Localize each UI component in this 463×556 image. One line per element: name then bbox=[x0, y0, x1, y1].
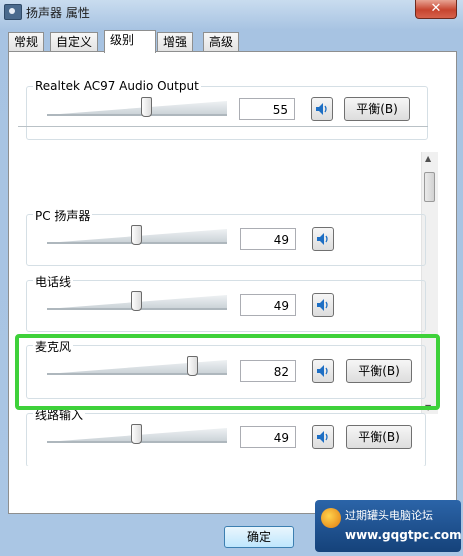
microphone-highlight-box bbox=[15, 334, 440, 410]
slider-thumb[interactable] bbox=[131, 424, 142, 444]
tab-levels[interactable]: 级别 bbox=[104, 30, 156, 53]
properties-window: 扬声器 属性 ✕ 常规 自定义 级别 增强 高级 Realtek AC97 Au… bbox=[0, 0, 463, 556]
channel-mute-button[interactable] bbox=[312, 293, 334, 317]
channel-pc-speaker: PC 扬声器 49 bbox=[26, 207, 426, 266]
channel-phone-line: 电话线 49 bbox=[26, 273, 426, 332]
tab-general[interactable]: 常规 bbox=[8, 32, 45, 51]
channel-volume-slider[interactable] bbox=[47, 424, 227, 446]
channel-volume-value[interactable]: 49 bbox=[240, 294, 296, 316]
slider-thumb[interactable] bbox=[131, 291, 142, 311]
tab-advanced[interactable]: 高级 bbox=[203, 32, 240, 51]
watermark: 过期罐头电脑论坛 www.gqgtpc.com bbox=[315, 500, 462, 552]
close-button[interactable]: ✕ bbox=[415, 0, 457, 19]
master-mute-button[interactable] bbox=[311, 97, 333, 121]
channel-mute-button[interactable] bbox=[312, 425, 334, 449]
master-output-label: Realtek AC97 Audio Output bbox=[33, 79, 201, 93]
speaker-icon bbox=[316, 103, 327, 115]
channel-name: PC 扬声器 bbox=[33, 207, 93, 224]
ok-button[interactable]: 确定 bbox=[224, 526, 294, 548]
speaker-icon bbox=[317, 233, 328, 245]
master-output-group: Realtek AC97 Audio Output 55 平衡(B) bbox=[26, 79, 428, 140]
watermark-url: www.gqgtpc.com bbox=[345, 528, 462, 542]
slider-thumb[interactable] bbox=[141, 97, 152, 117]
speaker-icon bbox=[317, 299, 328, 311]
section-divider bbox=[18, 126, 428, 127]
forum-logo-icon bbox=[321, 508, 341, 528]
tab-custom[interactable]: 自定义 bbox=[50, 32, 99, 51]
channel-line-in: 线路输入 49 平衡(B) bbox=[26, 406, 426, 466]
channel-volume-slider[interactable] bbox=[47, 225, 227, 247]
channel-name: 电话线 bbox=[33, 273, 74, 290]
slider-thumb[interactable] bbox=[131, 225, 142, 245]
window-title: 扬声器 属性 bbox=[26, 6, 90, 20]
speaker-app-icon bbox=[4, 4, 22, 20]
master-volume-value[interactable]: 55 bbox=[239, 98, 295, 120]
title-bar: 扬声器 属性 ✕ bbox=[0, 0, 463, 24]
master-balance-button[interactable]: 平衡(B) bbox=[344, 97, 410, 121]
scroll-up-icon[interactable]: ▲ bbox=[425, 154, 431, 163]
channel-balance-button[interactable]: 平衡(B) bbox=[346, 425, 412, 449]
channel-volume-value[interactable]: 49 bbox=[240, 228, 296, 250]
channel-volume-slider[interactable] bbox=[47, 291, 227, 313]
speaker-icon bbox=[317, 431, 328, 443]
tab-enhancements[interactable]: 增强 bbox=[157, 32, 194, 51]
watermark-text: 过期罐头电脑论坛 bbox=[345, 509, 433, 522]
master-volume-slider[interactable] bbox=[47, 97, 227, 119]
scroll-thumb[interactable] bbox=[424, 172, 435, 202]
channel-mute-button[interactable] bbox=[312, 227, 334, 251]
channel-volume-value[interactable]: 49 bbox=[240, 426, 296, 448]
